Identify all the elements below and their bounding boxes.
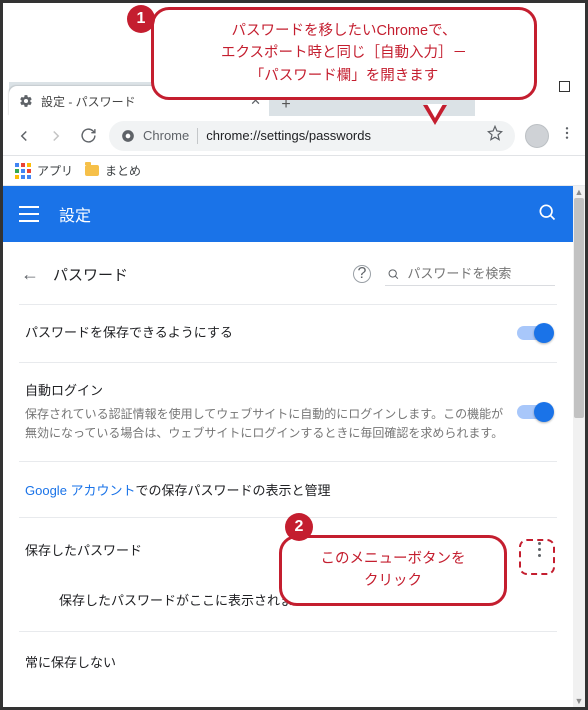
page-title: パスワード [53, 264, 128, 285]
settings-appbar: 設定 [3, 186, 573, 242]
settings-title: 設定 [59, 202, 91, 226]
reload-button[interactable] [77, 125, 99, 147]
search-settings-button[interactable] [537, 202, 557, 227]
browser-menu-button[interactable] [559, 125, 575, 146]
scroll-up-icon[interactable]: ▲ [573, 186, 585, 198]
bookmark-folder-label: まとめ [105, 162, 141, 179]
scrollbar-thumb[interactable] [574, 198, 584, 418]
auto-signin-toggle[interactable] [517, 405, 551, 419]
annotation-pointer-1 [423, 105, 447, 125]
maximize-icon [559, 81, 570, 92]
never-save-header: 常に保存しない [19, 631, 557, 677]
chrome-icon [121, 129, 135, 143]
save-passwords-toggle[interactable] [517, 326, 551, 340]
maximize-button[interactable] [547, 75, 581, 97]
annotation-highlight-more-button [519, 539, 555, 575]
forward-button[interactable] [45, 125, 67, 147]
auto-signin-row: 自動ログイン 保存されている認証情報を使用してウェブサイトに自動的にログインしま… [19, 362, 557, 461]
search-icon [537, 202, 557, 222]
annotation-callout-2: このメニューボタンを クリック [279, 535, 507, 606]
auto-signin-description: 保存されている認証情報を使用してウェブサイトに自動的にログインします。この機能が… [25, 405, 505, 443]
apps-label: アプリ [37, 162, 73, 179]
annotation-badge-2: 2 [285, 513, 313, 541]
reload-icon [80, 127, 97, 144]
folder-icon [85, 165, 99, 176]
gear-icon [19, 94, 33, 108]
omnibox-url: chrome://settings/passwords [206, 128, 371, 143]
omnibox-origin: Chrome [143, 128, 189, 143]
profile-avatar[interactable] [525, 124, 549, 148]
page-header: ← パスワード ? [19, 256, 557, 304]
annotated-screenshot: – 設定 - パスワード ✕ + Chrome chrome:/ [0, 0, 588, 710]
search-icon [387, 267, 399, 281]
annotation-callout-1: パスワードを移したいChromeで、 エクスポート時と同じ［自動入力］－ 「パス… [151, 7, 537, 100]
bookmark-folder[interactable]: まとめ [85, 162, 141, 179]
bookmarks-bar: アプリ まとめ [3, 156, 585, 186]
arrow-left-icon [15, 127, 33, 145]
help-icon[interactable]: ? [353, 265, 371, 283]
omnibox-separator [197, 128, 198, 144]
apps-shortcut[interactable]: アプリ [15, 162, 73, 179]
google-account-link-suffix: での保存パスワードの表示と管理 [136, 483, 331, 498]
toolbar: Chrome chrome://settings/passwords [3, 116, 585, 156]
save-passwords-row: パスワードを保存できるようにする [19, 304, 557, 362]
annotation-badge-1: 1 [127, 5, 155, 33]
password-search[interactable] [385, 262, 555, 286]
save-passwords-label: パスワードを保存できるようにする [25, 323, 505, 344]
bookmark-star-icon[interactable] [487, 125, 503, 146]
settings-content: ← パスワード ? パスワードを保存できるようにする 自動ログイン 保存されてい… [3, 242, 573, 707]
menu-button[interactable] [19, 206, 39, 222]
google-account-link[interactable]: Google アカウント [25, 483, 136, 498]
back-arrow-icon[interactable]: ← [21, 264, 39, 285]
password-search-input[interactable] [405, 265, 553, 282]
auto-signin-label: 自動ログイン [25, 381, 505, 402]
google-account-link-row: Google アカウントでの保存パスワードの表示と管理 [19, 461, 557, 517]
scrollbar[interactable]: ▲ ▼ [573, 186, 585, 707]
arrow-right-icon [47, 127, 65, 145]
scroll-down-icon[interactable]: ▼ [573, 695, 585, 707]
omnibox[interactable]: Chrome chrome://settings/passwords [109, 121, 515, 151]
more-vert-icon [559, 125, 575, 141]
apps-icon [15, 163, 31, 179]
back-button[interactable] [13, 125, 35, 147]
never-save-label: 常に保存しない [25, 652, 551, 671]
